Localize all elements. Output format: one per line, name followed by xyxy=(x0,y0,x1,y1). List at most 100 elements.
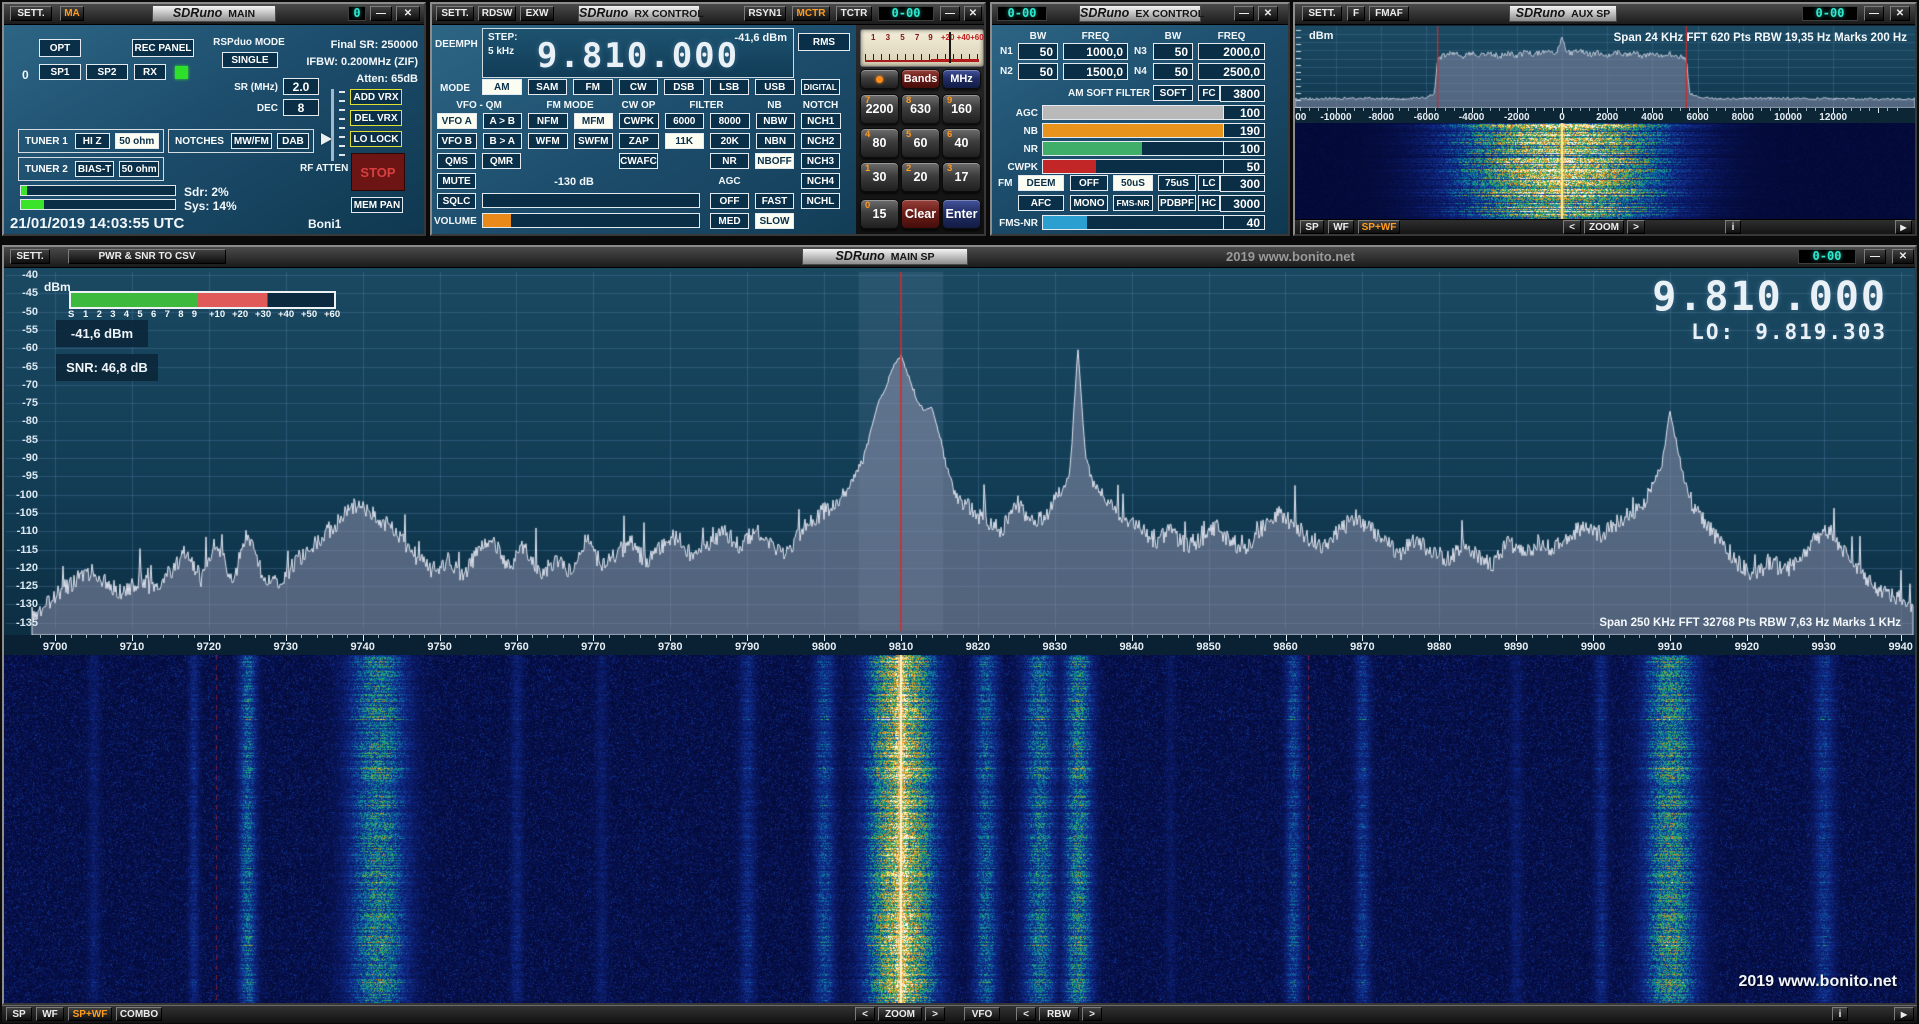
mode-button-am[interactable]: AM xyxy=(482,79,522,95)
band-key-20[interactable]: 202 xyxy=(901,162,940,192)
agc-slider[interactable]: 100 xyxy=(1042,105,1265,120)
n1-freq-box[interactable]: 1000,0 xyxy=(1063,43,1128,60)
main-sett-button[interactable]: SETT. xyxy=(10,6,52,21)
mode-button-usb[interactable]: USB xyxy=(755,79,795,95)
aux-waterfall-canvas[interactable] xyxy=(1295,123,1915,219)
rx-button-20k[interactable]: 20K xyxy=(710,133,750,149)
nb-slider[interactable]: 190 xyxy=(1042,123,1265,138)
mainsp-minimize-button[interactable]: — xyxy=(1864,249,1886,264)
aux-minimize-button[interactable]: — xyxy=(1864,6,1884,21)
frequency-display[interactable]: STEP: 5 kHz -41,6 dBm 9.810.000 xyxy=(482,28,794,78)
bb-sp-button[interactable]: SP xyxy=(6,1007,32,1021)
aux-info-button[interactable]: i xyxy=(1725,220,1741,234)
aux-wf-button[interactable]: WF xyxy=(1328,220,1354,234)
rx-button-nfm[interactable]: NFM xyxy=(528,113,568,129)
nboff-button[interactable]: NBOFF xyxy=(755,153,794,169)
dec-value-box[interactable]: 8 xyxy=(283,99,319,116)
rx-button-nbn[interactable]: NBN xyxy=(756,133,796,149)
sqlc-button[interactable]: SQLC xyxy=(437,193,476,209)
fc-button[interactable]: FC xyxy=(1198,85,1220,101)
rx-button-vfo-a[interactable]: VFO A xyxy=(437,113,477,129)
rx-button-8000[interactable]: 8000 xyxy=(710,113,750,129)
mem-pan-button[interactable]: MEM PAN xyxy=(351,197,403,213)
rsyn1-button[interactable]: RSYN1 xyxy=(744,6,786,21)
rx-close-button[interactable]: ✕ xyxy=(964,6,982,21)
fc-value-box[interactable]: 3800 xyxy=(1220,85,1265,102)
rx-title-plate[interactable]: SDRunoRX CONTROL xyxy=(578,5,700,22)
aux-spwf-button[interactable]: SP+WF xyxy=(1358,220,1400,234)
fm-off-button[interactable]: OFF xyxy=(1070,175,1108,191)
bb-rbw-in-button[interactable]: > xyxy=(1082,1007,1102,1021)
n4-bw-box[interactable]: 50 xyxy=(1153,63,1193,80)
lo-lock-button[interactable]: LO LOCK xyxy=(350,131,402,147)
sp1-button[interactable]: SP1 xyxy=(39,64,81,80)
mhz-key[interactable]: MHz xyxy=(942,69,981,89)
50us-button[interactable]: 50uS xyxy=(1113,175,1153,191)
rx-button-vfo-b[interactable]: VFO B xyxy=(437,133,477,149)
75us-button[interactable]: 75uS xyxy=(1158,175,1196,191)
aux-sp-button[interactable]: SP xyxy=(1300,220,1324,234)
n2-freq-box[interactable]: 1500,0 xyxy=(1063,63,1128,80)
main-spectrum-canvas[interactable] xyxy=(4,268,1915,635)
n1-bw-box[interactable]: 50 xyxy=(1018,43,1058,60)
cwafc-button[interactable]: CWAFC xyxy=(619,153,658,169)
ex-minimize-button[interactable]: — xyxy=(1234,6,1254,21)
add-vrx-button[interactable]: ADD VRX xyxy=(350,89,402,105)
rx-button-nch1[interactable]: NCH1 xyxy=(801,113,841,129)
mctr-button[interactable]: MCTR xyxy=(792,6,830,21)
rx-button-b-a[interactable]: B > A xyxy=(483,133,523,149)
bb-scroll-arrow[interactable]: ▶ xyxy=(1894,1007,1914,1021)
bands-key[interactable]: Bands xyxy=(901,69,940,89)
rf-atten-slider-track[interactable] xyxy=(331,89,334,161)
band-dot-key[interactable] xyxy=(860,69,899,89)
lc-button[interactable]: LC xyxy=(1198,175,1220,191)
nch3-button[interactable]: NCH3 xyxy=(801,153,840,169)
main-close-button[interactable]: ✕ xyxy=(396,6,420,21)
notch-mwfm-button[interactable]: MW/FM xyxy=(231,133,272,149)
rx-button-nch2[interactable]: NCH2 xyxy=(801,133,841,149)
volume-slider[interactable] xyxy=(482,213,700,228)
tctr-button[interactable]: TCTR xyxy=(836,6,872,21)
sr-value-box[interactable]: 2.0 xyxy=(283,78,319,95)
rf-atten-slider-handle[interactable] xyxy=(321,133,332,145)
rms-button[interactable]: RMS xyxy=(798,33,850,51)
bb-zoom-out-button[interactable]: < xyxy=(855,1007,875,1021)
rx-button-swfm[interactable]: SWFM xyxy=(574,133,614,149)
n3-bw-box[interactable]: 50 xyxy=(1153,43,1193,60)
single-mode-button[interactable]: SINGLE xyxy=(222,52,278,68)
bb-rbw-out-button[interactable]: < xyxy=(1016,1007,1036,1021)
fmaf-button[interactable]: FMAF xyxy=(1369,6,1409,21)
tuner2-50ohm-button[interactable]: 50 ohm xyxy=(119,161,159,177)
rx-button-zap[interactable]: ZAP xyxy=(619,133,659,149)
ex-close-button[interactable]: ✕ xyxy=(1258,6,1278,21)
band-key-30[interactable]: 301 xyxy=(860,162,899,192)
agc-med-button[interactable]: MED xyxy=(710,213,749,229)
main-title-plate[interactable]: SDRunoMAIN xyxy=(152,5,276,22)
squelch-slider[interactable] xyxy=(482,193,700,208)
rx-sett-button[interactable]: SETT. xyxy=(436,6,474,21)
bb-info-button[interactable]: i xyxy=(1832,1007,1848,1021)
n4-freq-box[interactable]: 2500,0 xyxy=(1198,63,1265,80)
nchl-button[interactable]: NCHL xyxy=(801,193,840,209)
deem-button[interactable]: DEEM xyxy=(1018,175,1064,191)
main-minimize-button[interactable]: — xyxy=(370,6,392,21)
ex-title-plate[interactable]: SDRunoEX CONTROL xyxy=(1079,5,1201,22)
fms-nr-slider[interactable]: 40 xyxy=(1042,215,1265,230)
rec-panel-button[interactable]: REC PANEL xyxy=(132,39,194,57)
opt-button[interactable]: OPT xyxy=(39,39,81,57)
band-key-80[interactable]: 804 xyxy=(860,128,899,158)
fms-nr-button[interactable]: FMS-NR xyxy=(1113,195,1153,211)
sp2-button[interactable]: SP2 xyxy=(86,64,128,80)
aux-sett-button[interactable]: SETT. xyxy=(1302,6,1342,21)
mode-button-dsb[interactable]: DSB xyxy=(664,79,704,95)
bb-zoom-in-button[interactable]: > xyxy=(925,1007,945,1021)
main-waterfall-canvas[interactable] xyxy=(4,655,1915,1003)
cwpk-slider[interactable]: 50 xyxy=(1042,159,1265,174)
band-key-630[interactable]: 6308 xyxy=(901,94,940,124)
del-vrx-button[interactable]: DEL VRX xyxy=(350,110,402,126)
bb-wf-button[interactable]: WF xyxy=(36,1007,64,1021)
mode-button-sam[interactable]: SAM xyxy=(528,79,568,95)
band-key-160[interactable]: 1609 xyxy=(942,94,981,124)
bb-zoom-button[interactable]: ZOOM xyxy=(878,1007,922,1021)
band-key-17[interactable]: 173 xyxy=(942,162,981,192)
